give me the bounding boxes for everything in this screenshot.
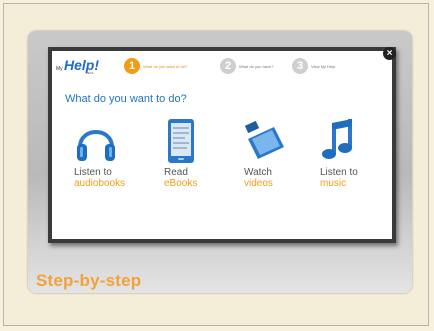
option-videos-line1: Watch <box>244 167 272 178</box>
music-note-icon <box>320 117 390 167</box>
step-3[interactable]: 3 View My Help <box>292 58 335 74</box>
question-heading: What do you want to do? <box>65 93 187 105</box>
headphones-icon <box>74 117 144 167</box>
option-audiobooks-line1: Listen to <box>74 167 112 178</box>
screenshot-card: × My Help! BETA 1 What do you want to do… <box>28 31 412 293</box>
slide-frame: × My Help! BETA 1 What do you want to do… <box>3 3 429 326</box>
option-videos-line2: videos <box>244 178 273 189</box>
ereader-icon <box>164 117 234 167</box>
option-audiobooks-line2: audiobooks <box>74 178 126 189</box>
step-2-number: 2 <box>220 58 236 74</box>
step-2[interactable]: 2 What do you have? <box>220 58 273 74</box>
myhelp-logo: My Help! BETA <box>56 57 99 79</box>
film-icon <box>244 117 314 167</box>
logo-help: Help! <box>64 57 99 73</box>
step-1[interactable]: 1 What do you want to do? <box>124 58 187 74</box>
option-audiobooks[interactable]: Listen to audiobooks <box>74 117 144 189</box>
step-3-number: 3 <box>292 58 308 74</box>
step-3-label: View My Help <box>311 63 336 69</box>
option-music-line1: Listen to <box>320 167 358 178</box>
option-music-line2: music <box>320 178 347 189</box>
option-ebooks-line2: eBooks <box>164 178 198 189</box>
option-videos[interactable]: Watch videos <box>244 117 314 189</box>
close-button[interactable]: × <box>383 47 396 60</box>
step-1-label: What do you want to do? <box>143 63 188 69</box>
myhelp-dialog: × My Help! BETA 1 What do you want to do… <box>48 47 396 243</box>
step-2-label: What do you have? <box>239 63 274 69</box>
slide-caption: Step-by-step <box>36 271 142 290</box>
logo-beta: BETA <box>86 71 94 75</box>
option-ebooks[interactable]: Read eBooks <box>164 117 234 189</box>
option-ebooks-line1: Read <box>164 167 188 178</box>
step-1-number: 1 <box>124 58 140 74</box>
logo-my: My <box>56 66 63 72</box>
option-music[interactable]: Listen to music <box>320 117 390 189</box>
